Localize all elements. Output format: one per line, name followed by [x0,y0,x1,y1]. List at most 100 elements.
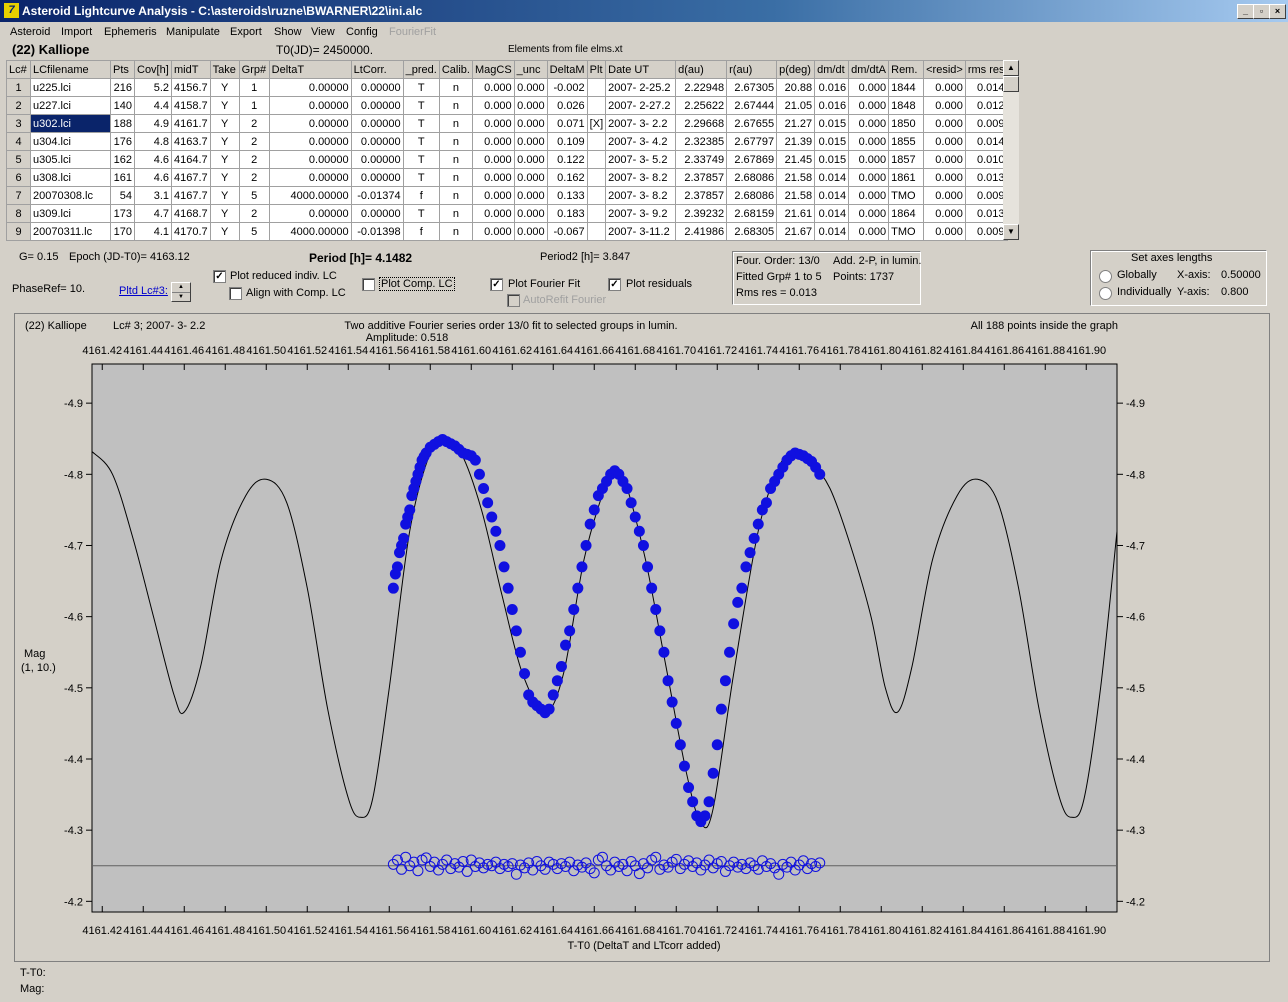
table-cell[interactable]: 0.122 [546,150,588,169]
column-header[interactable]: LCfilename [30,60,111,79]
table-cell[interactable]: 5.2 [134,78,172,97]
table-cell[interactable]: 0.000 [848,114,890,133]
table-cell[interactable]: T [402,132,440,151]
table-cell[interactable]: 0.000 [471,150,515,169]
table-cell[interactable]: 4000.00000 [268,222,352,241]
table-cell[interactable]: 4.6 [134,150,172,169]
table-cell[interactable]: T [402,168,440,187]
xaxis-value[interactable]: 0.50000 [1221,269,1261,281]
table-cell[interactable]: 4000.00000 [268,186,352,205]
table-cell[interactable]: 0.00000 [350,132,404,151]
table-cell[interactable]: 2.33749 [675,150,728,169]
row-number[interactable]: 8 [6,204,31,223]
row-number[interactable]: 7 [6,186,31,205]
table-cell[interactable]: 4156.7 [171,78,211,97]
table-cell[interactable]: 0.014 [814,186,850,205]
table-cell[interactable] [586,132,607,151]
table-cell[interactable]: 0.026 [546,96,588,115]
table-cell[interactable]: Y [209,78,240,97]
row-number[interactable]: 1 [6,78,31,97]
table-cell[interactable]: 0.071 [546,114,588,133]
table-cell[interactable]: 0.000 [471,96,515,115]
table-cell[interactable]: 5 [238,186,270,205]
table-cell[interactable]: n [438,204,473,223]
table-cell[interactable]: n [438,132,473,151]
lightcurve-plot-panel[interactable]: (22) Kalliope Lc# 3; 2007- 3- 2.2 Two ad… [14,313,1270,962]
period-label[interactable]: Period [h]= 4.1482 [309,251,412,265]
phaseref-label[interactable]: PhaseRef= 10. [12,283,85,295]
table-cell[interactable]: 0.000 [513,114,548,133]
table-cell[interactable]: 21.61 [776,204,816,223]
row-number[interactable]: 4 [6,132,31,151]
spin-down-icon[interactable]: ▼ [172,293,190,301]
table-cell[interactable]: 0.015 [814,132,850,151]
table-cell[interactable]: 0.000 [848,150,890,169]
table-cell[interactable]: 4.4 [134,96,172,115]
table-cell[interactable]: 4158.7 [171,96,211,115]
table-cell[interactable]: 0.013 [964,168,1008,187]
menu-ephemeris[interactable]: Ephemeris [104,26,157,38]
table-cell[interactable]: 2007- 3- 4.2 [605,132,677,151]
table-cell[interactable]: 4168.7 [171,204,211,223]
lc-filename-cell[interactable]: u308.lci [30,168,111,187]
table-cell[interactable]: 5 [238,222,270,241]
table-cell[interactable]: 0.014 [964,132,1008,151]
table-cell[interactable]: T [402,114,440,133]
table-cell[interactable]: 21.05 [776,96,816,115]
table-cell[interactable]: 21.27 [776,114,816,133]
table-cell[interactable]: 173 [110,204,135,223]
table-cell[interactable]: 1 [238,78,270,97]
period2-label[interactable]: Period2 [h]= 3.847 [540,251,630,263]
table-cell[interactable]: 2007- 3- 2.2 [605,114,677,133]
close-button[interactable]: × [1269,4,1286,19]
table-cell[interactable]: 2 [238,204,270,223]
table-cell[interactable]: n [438,186,473,205]
table-cell[interactable]: 2007- 3- 8.2 [605,186,677,205]
plot-residuals-checkbox[interactable]: ✓ [608,278,621,291]
table-cell[interactable]: -0.01398 [350,222,404,241]
table-cell[interactable]: 2 [238,168,270,187]
table-cell[interactable]: 0.00000 [350,150,404,169]
table-cell[interactable]: 1855 [888,132,925,151]
lightcurve-plot[interactable]: (22) Kalliope Lc# 3; 2007- 3- 2.2 Two ad… [15,314,1269,961]
scroll-down-icon[interactable]: ▼ [1003,224,1019,240]
table-cell[interactable] [586,204,607,223]
column-header[interactable]: _pred. [402,60,440,79]
table-cell[interactable]: n [438,150,473,169]
table-cell[interactable]: 0.133 [546,186,588,205]
plot-area[interactable] [91,363,1118,913]
table-cell[interactable]: 2.32385 [675,132,728,151]
table-cell[interactable]: 0.000 [923,222,966,241]
table-cell[interactable]: Y [209,186,240,205]
table-cell[interactable]: 0.00000 [350,204,404,223]
table-cell[interactable]: 2.68086 [726,168,778,187]
table-cell[interactable]: 0.00000 [268,114,352,133]
table-cell[interactable]: 0.000 [513,222,548,241]
table-cell[interactable]: 188 [110,114,135,133]
table-cell[interactable]: 0.009 [964,114,1008,133]
table-cell[interactable]: 2.29668 [675,114,728,133]
table-row[interactable]: 8 u309.lci 173 4.7 4168.7 Y 2 0.00000 0.00000 Tn 0… [6,204,1008,223]
table-cell[interactable]: 0.012 [964,96,1008,115]
menu-import[interactable]: Import [61,26,92,38]
column-header[interactable]: dm/dt [814,60,850,79]
table-cell[interactable]: 0.000 [848,78,890,97]
table-row[interactable]: 6 u308.lci 161 4.6 4167.7 Y 2 0.00000 0.00000 Tn 0… [6,168,1008,187]
table-cell[interactable]: T [402,96,440,115]
column-header[interactable]: Pts [110,60,135,79]
scroll-thumb[interactable] [1003,76,1019,92]
table-cell[interactable]: 0.000 [513,150,548,169]
row-number[interactable]: 2 [6,96,31,115]
table-cell[interactable]: 0.000 [471,114,515,133]
table-cell[interactable]: 0.00000 [350,168,404,187]
table-cell[interactable]: 2 [238,132,270,151]
table-cell[interactable]: T [402,78,440,97]
table-cell[interactable]: 21.58 [776,168,816,187]
table-cell[interactable]: 1 [238,96,270,115]
table-cell[interactable]: 4.7 [134,204,172,223]
minimize-button[interactable]: _ [1237,4,1254,19]
column-header[interactable]: Rem. [888,60,925,79]
table-row[interactable]: 1 u225.lci 216 5.2 4156.7 Y 1 0.00000 0.00000 Tn 0… [6,78,1008,97]
column-header[interactable]: Date UT [605,60,677,79]
table-cell[interactable]: 2.68305 [726,222,778,241]
